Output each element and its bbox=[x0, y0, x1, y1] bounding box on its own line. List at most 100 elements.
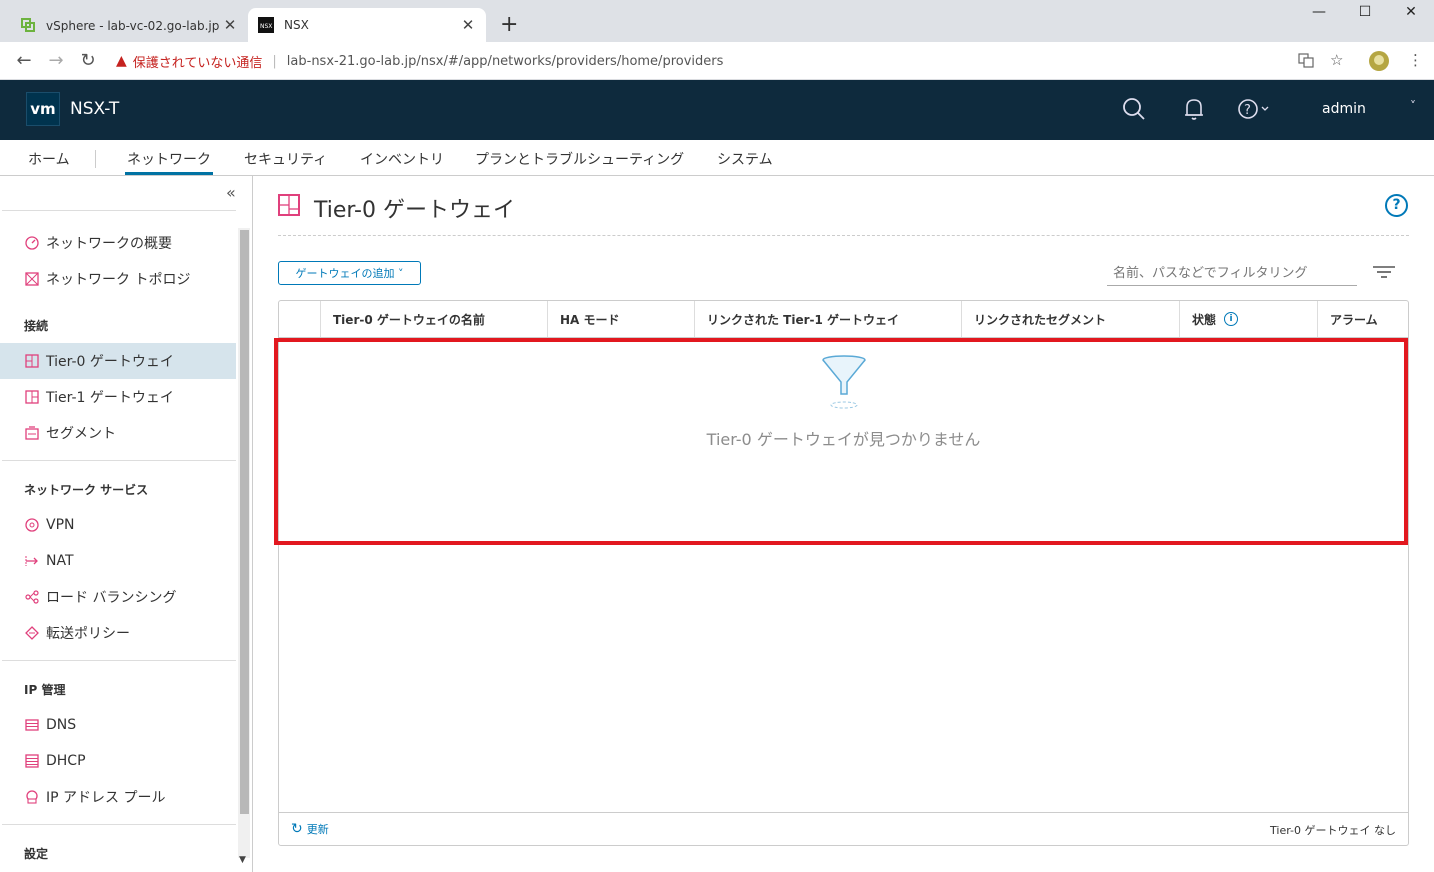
nat-icon bbox=[24, 553, 40, 569]
sidebar-item-segments[interactable]: セグメント bbox=[0, 415, 236, 451]
sidebar-item-forwarding-policy[interactable]: 転送ポリシー bbox=[0, 615, 236, 651]
info-icon[interactable]: i bbox=[1224, 312, 1239, 326]
sidebar-section-settings: 設定 bbox=[24, 847, 49, 861]
sidebar-item-dhcp[interactable]: DHCP bbox=[0, 743, 236, 779]
sidebar-section-ip-management: IP 管理 bbox=[24, 683, 66, 697]
help-menu-icon[interactable]: ? bbox=[1237, 96, 1273, 126]
dhcp-icon bbox=[24, 753, 40, 769]
window-close-button[interactable]: ✕ bbox=[1388, 4, 1434, 20]
nav-home[interactable]: ホーム bbox=[28, 149, 70, 169]
browser-tab-vsphere[interactable]: vSphere - lab-vc-02.go-lab.jp - サ ✕ bbox=[10, 8, 248, 42]
nav-networking[interactable]: ネットワーク bbox=[127, 149, 211, 169]
column-header-linked-segments[interactable]: リンクされたセグメント bbox=[961, 301, 1179, 337]
filter-input[interactable] bbox=[1107, 262, 1357, 286]
sidebar-item-nat[interactable]: NAT bbox=[0, 543, 236, 579]
minimize-button[interactable]: — bbox=[1296, 4, 1342, 20]
sidebar-item-label: セグメント bbox=[46, 426, 116, 442]
sidebar-divider bbox=[2, 824, 236, 825]
column-header-name[interactable]: Tier-0 ゲートウェイの名前 bbox=[320, 301, 547, 337]
browser-menu-icon[interactable]: ⋮ bbox=[1408, 51, 1423, 69]
omnibox[interactable]: ▲ 保護されていない通信 | lab-nsx-21.go-lab.jp/nsx/… bbox=[108, 46, 1358, 76]
nav-plan-troubleshoot[interactable]: プランとトラブルシューティング bbox=[475, 149, 684, 169]
title-divider bbox=[278, 235, 1409, 236]
sidebar-item-label: DHCP bbox=[46, 753, 86, 769]
vsphere-icon bbox=[21, 18, 35, 32]
scroll-down-icon[interactable]: ▼ bbox=[239, 855, 246, 865]
nav-system[interactable]: システム bbox=[717, 149, 773, 169]
warning-icon: ▲ bbox=[116, 53, 127, 69]
column-header-status-label: 状態 bbox=[1192, 312, 1217, 327]
column-header-alarms[interactable]: アラーム bbox=[1317, 301, 1408, 337]
help-icon[interactable]: ? bbox=[1385, 194, 1408, 217]
nav-divider bbox=[95, 150, 96, 168]
sidebar-item-label: VPN bbox=[46, 517, 75, 533]
forwarding-icon bbox=[24, 625, 40, 641]
dns-icon bbox=[24, 717, 40, 733]
add-gateway-button[interactable]: ゲートウェイの追加 ˅ bbox=[278, 261, 421, 285]
new-tab-button[interactable]: + bbox=[500, 12, 518, 37]
profile-avatar[interactable] bbox=[1368, 50, 1390, 76]
footer-item-count: Tier-0 ゲートウェイ なし bbox=[1270, 824, 1396, 837]
sidebar-item-ip-pools[interactable]: IP アドレス プール bbox=[0, 779, 236, 815]
column-header-ha-mode[interactable]: HA モード bbox=[547, 301, 694, 337]
sidebar-item-load-balancing[interactable]: ロード バランシング bbox=[0, 579, 236, 615]
sidebar-item-label: IP アドレス プール bbox=[46, 790, 166, 806]
nsx-icon: NSX bbox=[258, 17, 274, 33]
refresh-button[interactable]: ↻ 更新 bbox=[291, 821, 329, 837]
sidebar-divider bbox=[2, 210, 236, 211]
sidebar-item-label: 転送ポリシー bbox=[46, 626, 130, 642]
tier1-icon bbox=[24, 389, 40, 405]
refresh-icon: ↻ bbox=[291, 821, 303, 837]
nav-security[interactable]: セキュリティ bbox=[244, 149, 327, 169]
sidebar-section-connectivity: 接続 bbox=[24, 319, 49, 333]
search-icon[interactable] bbox=[1122, 96, 1146, 126]
tier0-page-icon bbox=[278, 194, 300, 216]
loadbalancer-icon bbox=[24, 589, 40, 605]
ippool-icon bbox=[24, 789, 40, 805]
back-icon[interactable]: ← bbox=[12, 50, 36, 71]
column-header-linked-tier1[interactable]: リンクされた Tier-1 ゲートウェイ bbox=[694, 301, 961, 337]
sidebar-item-label: ネットワーク トポロジ bbox=[46, 272, 191, 288]
close-icon[interactable]: ✕ bbox=[460, 16, 476, 34]
svg-text:NSX: NSX bbox=[260, 23, 272, 30]
sidebar-item-tier1[interactable]: Tier-1 ゲートウェイ bbox=[0, 379, 236, 415]
segment-icon bbox=[24, 425, 40, 441]
vmware-logo: vm bbox=[26, 92, 60, 126]
column-header-status[interactable]: 状態 i bbox=[1179, 301, 1317, 337]
vpn-icon bbox=[24, 517, 40, 533]
bookmark-star-icon[interactable]: ☆ bbox=[1330, 51, 1343, 69]
svg-text:?: ? bbox=[1244, 103, 1251, 118]
sidebar-item-label: DNS bbox=[46, 717, 77, 733]
close-icon[interactable]: ✕ bbox=[222, 16, 238, 34]
sidebar-scroll-thumb[interactable] bbox=[240, 230, 249, 814]
sidebar-item-tier0[interactable]: Tier-0 ゲートウェイ bbox=[0, 343, 236, 379]
translate-icon[interactable] bbox=[1298, 52, 1314, 72]
collapse-sidebar-icon[interactable]: « bbox=[226, 183, 236, 202]
nav-inventory[interactable]: インベントリ bbox=[360, 149, 444, 169]
sidebar-item-dns[interactable]: DNS bbox=[0, 707, 236, 743]
product-name: NSX-T bbox=[70, 99, 120, 119]
sidebar-item-network-overview[interactable]: ネットワークの概要 bbox=[0, 225, 236, 261]
sidebar-section-network-services: ネットワーク サービス bbox=[24, 483, 149, 497]
maximize-button[interactable]: ☐ bbox=[1342, 4, 1388, 20]
sidebar-item-vpn[interactable]: VPN bbox=[0, 507, 236, 543]
filter-icon[interactable] bbox=[1372, 264, 1396, 280]
sidebar-item-label: ロード バランシング bbox=[46, 590, 177, 606]
topology-icon bbox=[24, 271, 40, 287]
user-menu[interactable]: admin bbox=[1322, 101, 1366, 117]
chevron-down-icon[interactable]: ˅ bbox=[1410, 99, 1416, 113]
sidebar-item-network-topology[interactable]: ネットワーク トポロジ bbox=[0, 261, 236, 297]
sidebar-item-label: NAT bbox=[46, 553, 74, 569]
tier0-icon bbox=[24, 353, 40, 369]
sidebar-item-label: ネットワークの概要 bbox=[46, 236, 172, 252]
sidebar-divider bbox=[2, 460, 236, 461]
reload-icon[interactable]: ↻ bbox=[76, 50, 100, 71]
browser-tab-nsx[interactable]: NSX NSX ✕ bbox=[248, 8, 486, 42]
omnibox-divider: | bbox=[272, 53, 277, 69]
app-header bbox=[0, 80, 1434, 140]
footer-divider bbox=[279, 812, 1408, 813]
bell-icon[interactable] bbox=[1182, 96, 1206, 126]
page-title: Tier-0 ゲートウェイ bbox=[314, 198, 515, 223]
forward-icon[interactable]: → bbox=[44, 50, 68, 71]
security-warning: 保護されていない通信 bbox=[132, 55, 263, 71]
